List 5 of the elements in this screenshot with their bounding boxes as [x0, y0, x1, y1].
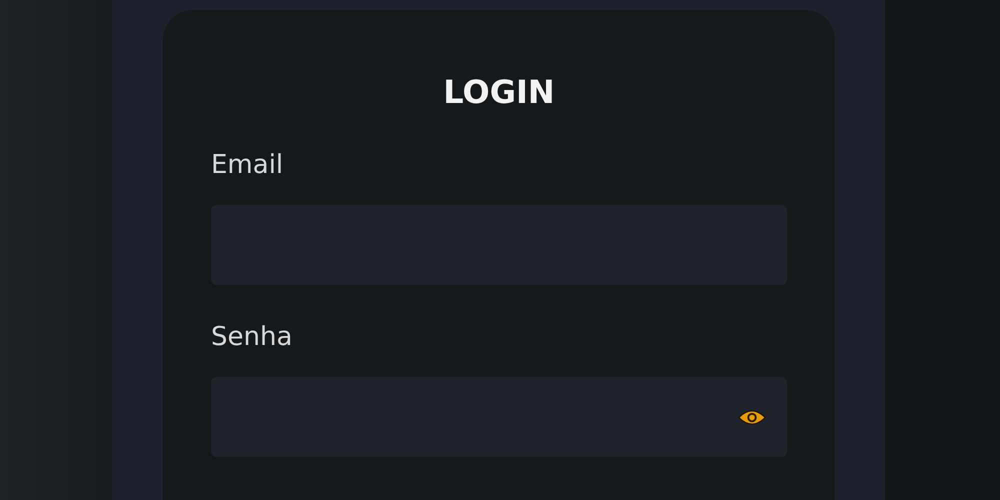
- field-label: Email: [211, 149, 284, 182]
- field-label: Senha: [211, 321, 294, 354]
- login-title: LOGIN: [442, 72, 556, 112]
- password-field[interactable]: [211, 377, 787, 457]
- eye-icon[interactable]: [737, 408, 767, 426]
